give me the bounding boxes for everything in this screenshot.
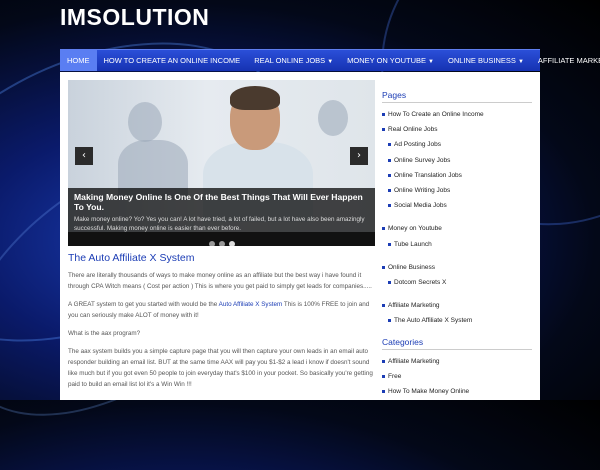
bullet-icon (382, 128, 385, 132)
sidebar-item-label: Real Online Jobs (388, 126, 438, 134)
bullet-icon (382, 227, 385, 231)
nav-label: REAL ONLINE JOBS (254, 56, 326, 65)
bullet-icon (382, 390, 385, 394)
bullet-icon (388, 158, 391, 162)
sidebar-item-label: How To Create an Online Income (388, 111, 484, 118)
bullet-icon (388, 242, 391, 246)
category-item-how-to[interactable]: How To Make Money Online (382, 384, 532, 399)
sidebar-item-label: Online Business (388, 263, 435, 271)
nav-money-on-youtube[interactable]: MONEY ON YOUTUBE ▼ (340, 50, 441, 71)
slider-dot-3[interactable] (228, 241, 235, 246)
sidebar-item-label: Tube Launch (394, 240, 432, 248)
slide-text: Make money online? Yo? Yes you can! A lo… (74, 216, 365, 232)
background-person (318, 100, 348, 136)
sidebar-item-label: Money on Youtube (388, 225, 442, 233)
sidebar-item-affiliate[interactable]: Affiliate Marketing (382, 298, 532, 313)
nav-label: HOME (67, 56, 90, 65)
nav-label: MONEY ON YOUTUBE (347, 56, 427, 65)
chevron-down-icon: ▼ (428, 59, 434, 65)
main-nav: HOME HOW TO CREATE AN ONLINE INCOME REAL… (60, 49, 600, 71)
chevron-left-icon: ‹ (82, 150, 86, 161)
sidebar-item-writing[interactable]: Online Writing Jobs (382, 183, 532, 198)
auto-affiliate-link[interactable]: Auto Affiliate X System (219, 301, 283, 308)
bullet-icon (382, 304, 385, 308)
featured-slider: ‹ › Making Money Online Is One Of the Be… (68, 80, 375, 246)
category-item-label: Free (388, 372, 402, 380)
bullet-icon (388, 143, 391, 147)
post-paragraph: What is the aax program? (68, 330, 141, 337)
categories-heading: Categories (382, 337, 532, 350)
nav-label: HOW TO CREATE AN ONLINE INCOME (103, 56, 241, 65)
slider-pagination (68, 232, 375, 246)
sidebar-item-survey[interactable]: Online Survey Jobs (382, 153, 532, 168)
bullet-icon (382, 374, 385, 378)
sidebar-item-aax[interactable]: The Auto Affiliate X System (382, 313, 532, 328)
bullet-icon (388, 281, 391, 285)
bullet-icon (388, 204, 391, 208)
category-item-free[interactable]: Free (382, 369, 532, 384)
sidebar-item-dotcom[interactable]: Dotcom Secrets X (382, 275, 532, 290)
nav-affiliate-marketing[interactable]: AFFILIATE MARKETING▼ (531, 50, 600, 71)
sidebar-item-label: Online Writing Jobs (394, 187, 451, 195)
slide-title[interactable]: Making Money Online Is One Of the Best T… (74, 192, 370, 212)
slide-person-hair (230, 86, 280, 110)
nav-real-online-jobs[interactable]: REAL ONLINE JOBS ▼ (247, 50, 340, 71)
post-paragraph: The aax system builds you a simple captu… (68, 348, 373, 388)
post-text: A GREAT system to get you started with w… (68, 301, 219, 308)
bullet-icon (388, 319, 391, 323)
slider-dot-2[interactable] (218, 241, 225, 246)
sidebar-item-label: The Auto Affiliate X System (394, 317, 473, 325)
nav-label: AFFILIATE MARKETING (537, 56, 600, 65)
chevron-right-icon: › (357, 150, 361, 161)
pages-heading: Pages (382, 90, 532, 103)
slider-next-button[interactable]: › (350, 147, 368, 165)
sidebar-item-label: Dotcom Secrets X (394, 279, 447, 287)
sidebar-item-create-income[interactable]: How To Create an Online Income (382, 107, 532, 122)
slider-dot-1[interactable] (208, 241, 215, 246)
bullet-icon (382, 113, 385, 116)
chevron-down-icon: ▼ (517, 59, 524, 65)
bullet-icon (382, 359, 385, 363)
sidebar-item-money-youtube[interactable]: Money on Youtube (382, 221, 532, 236)
slide-caption: Making Money Online Is One Of the Best T… (68, 188, 375, 232)
sidebar-item-real-online-jobs[interactable]: Real Online Jobs (382, 122, 532, 137)
content-area: ‹ › Making Money Online Is One Of the Be… (60, 72, 540, 400)
post-paragraph: There are literally thousands of ways to… (68, 272, 372, 290)
chevron-down-icon: ▼ (327, 59, 334, 65)
post: The Auto Affiliate X System There are li… (68, 252, 375, 397)
nav-label: ONLINE BUSINESS (448, 56, 516, 65)
sidebar-item-label: Ad Posting Jobs (394, 141, 441, 149)
bullet-icon (382, 265, 385, 269)
sidebar-item-label: Online Survey Jobs (394, 156, 451, 164)
sidebar: Pages How To Create an Online Income Rea… (382, 90, 532, 399)
site-title[interactable]: IMSOLUTION (60, 4, 209, 31)
category-item-affiliate[interactable]: Affiliate Marketing (382, 354, 532, 369)
background-person (128, 102, 162, 142)
post-paragraph: A GREAT system to get you started with w… (68, 299, 375, 321)
category-item-label: How To Make Money Online (388, 388, 470, 396)
post-title[interactable]: The Auto Affiliate X System (68, 252, 375, 264)
sidebar-item-ad-posting[interactable]: Ad Posting Jobs (382, 137, 532, 152)
sidebar-item-label: Online Translation Jobs (394, 171, 462, 179)
bullet-icon (388, 173, 391, 177)
slider-prev-button[interactable]: ‹ (75, 147, 93, 165)
sidebar-item-online-business[interactable]: Online Business (382, 260, 532, 275)
sidebar-item-tube-launch[interactable]: Tube Launch (382, 237, 532, 252)
nav-how-to-create-income[interactable]: HOW TO CREATE AN ONLINE INCOME (97, 50, 248, 71)
nav-online-business[interactable]: ONLINE BUSINESS ▼ (441, 50, 531, 71)
sidebar-item-label: Social Media Jobs (394, 202, 447, 210)
sidebar-item-label: Affiliate Marketing (388, 302, 440, 310)
category-item-label: Affiliate Marketing (388, 357, 440, 365)
sidebar-item-translation[interactable]: Online Translation Jobs (382, 168, 532, 183)
sidebar-item-social-media[interactable]: Social Media Jobs (382, 198, 532, 213)
nav-home[interactable]: HOME (60, 50, 97, 71)
bullet-icon (388, 189, 391, 193)
